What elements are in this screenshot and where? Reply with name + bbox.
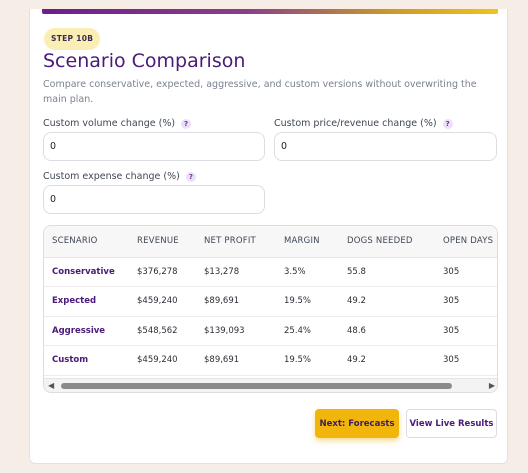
table-row: Conservative $376,278 $13,278 3.5% 55.8 …: [44, 257, 497, 287]
table-row: Custom $459,240 $89,691 19.5% 49.2 305: [44, 345, 497, 376]
revenue-cell: $376,278: [137, 257, 204, 287]
column-header-dogs-needed: DOGS NEEDED: [347, 226, 443, 258]
volume-change-input[interactable]: [43, 132, 265, 161]
revenue-cell: $459,240: [137, 345, 204, 376]
scenario-table-container: SCENARIO REVENUE NET PROFIT MARGIN DOGS …: [43, 225, 498, 393]
expense-change-label-text: Custom expense change (%): [43, 171, 180, 182]
column-header-revenue: REVENUE: [137, 226, 204, 258]
scroll-left-arrow-icon[interactable]: ◀: [48, 382, 54, 390]
table-row: Expected $459,240 $89,691 19.5% 49.2 305: [44, 286, 497, 317]
scenario-name-cell: Custom: [44, 345, 137, 376]
scenario-name-cell: Aggressive: [44, 316, 137, 346]
price-change-input[interactable]: [274, 132, 497, 161]
horizontal-scrollbar[interactable]: ◀ ▶: [44, 378, 497, 392]
open-days-cell: 305: [443, 286, 497, 317]
column-header-margin: MARGIN: [284, 226, 347, 258]
net-profit-cell: $13,278: [204, 257, 284, 287]
page-subtitle: Compare conservative, expected, aggressi…: [43, 79, 477, 105]
scenario-name-cell: Conservative: [44, 257, 137, 287]
next-forecasts-button[interactable]: Next: Forecasts: [315, 409, 399, 438]
margin-cell: 19.5%: [284, 286, 347, 317]
dogs-needed-cell: 49.2: [347, 286, 443, 317]
help-icon[interactable]: ?: [185, 171, 196, 182]
scenario-table: SCENARIO REVENUE NET PROFIT MARGIN DOGS …: [44, 226, 497, 376]
revenue-cell: $548,562: [137, 316, 204, 346]
open-days-cell: 305: [443, 257, 497, 287]
help-icon[interactable]: ?: [181, 118, 192, 129]
margin-cell: 3.5%: [284, 257, 347, 287]
price-change-label: Custom price/revenue change (%) ?: [274, 118, 453, 129]
column-header-open-days: OPEN DAYS: [443, 226, 497, 258]
scroll-right-arrow-icon[interactable]: ▶: [489, 382, 495, 390]
view-live-results-button[interactable]: View Live Results: [406, 409, 497, 438]
column-header-scenario: SCENARIO: [44, 226, 137, 258]
volume-change-label-text: Custom volume change (%): [43, 118, 176, 129]
dogs-needed-cell: 48.6: [347, 316, 443, 346]
net-profit-cell: $89,691: [204, 345, 284, 376]
page-title: Scenario Comparison: [43, 50, 246, 72]
margin-cell: 25.4%: [284, 316, 347, 346]
dogs-needed-cell: 55.8: [347, 257, 443, 287]
scrollbar-thumb[interactable]: [61, 383, 452, 389]
step-badge: STEP 10B: [44, 28, 101, 50]
expense-change-input[interactable]: [43, 185, 265, 214]
open-days-cell: 305: [443, 316, 497, 346]
scenario-comparison-card: STEP 10B Scenario Comparison Compare con…: [29, 9, 508, 464]
table-header-row: SCENARIO REVENUE NET PROFIT MARGIN DOGS …: [44, 226, 497, 258]
net-profit-cell: $89,691: [204, 286, 284, 317]
column-header-net-profit: NET PROFIT: [204, 226, 284, 258]
revenue-cell: $459,240: [137, 286, 204, 317]
expense-change-label: Custom expense change (%) ?: [43, 171, 196, 182]
dogs-needed-cell: 49.2: [347, 345, 443, 376]
scenario-name-cell: Expected: [44, 286, 137, 317]
gradient-accent-bar: [42, 9, 498, 14]
price-change-label-text: Custom price/revenue change (%): [274, 118, 437, 129]
volume-change-label: Custom volume change (%) ?: [43, 118, 192, 129]
table-row: Aggressive $548,562 $139,093 25.4% 48.6 …: [44, 316, 497, 346]
help-icon[interactable]: ?: [442, 118, 453, 129]
net-profit-cell: $139,093: [204, 316, 284, 346]
open-days-cell: 305: [443, 345, 497, 376]
margin-cell: 19.5%: [284, 345, 347, 376]
